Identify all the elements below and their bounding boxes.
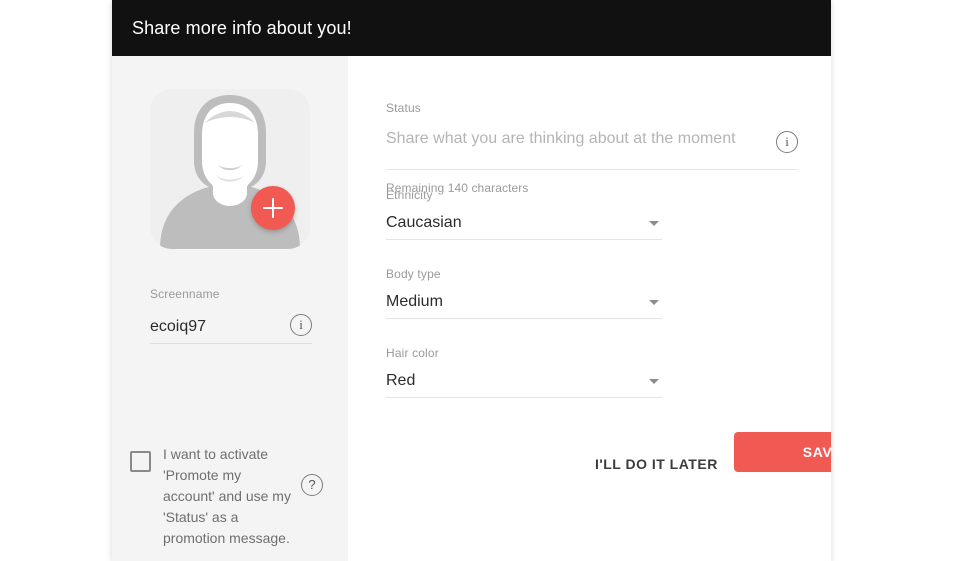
info-icon[interactable]: i (776, 131, 798, 153)
avatar-container (150, 89, 310, 249)
ethnicity-select[interactable]: Caucasian (386, 212, 662, 240)
body-type-field: Body type Medium (386, 266, 662, 319)
promote-checkbox[interactable] (130, 451, 151, 472)
ethnicity-label: Ethnicity (386, 187, 662, 203)
screenname-label: Screenname (150, 286, 312, 302)
promote-label: I want to activate 'Promote my account' … (163, 444, 293, 549)
screenname-field: Screenname ecoiq97 i (150, 286, 312, 344)
status-field: Status Share what you are thinking about… (386, 100, 798, 196)
profile-form: Status Share what you are thinking about… (348, 56, 831, 561)
screenshot-canvas: Share more info about you! (0, 0, 960, 561)
add-photo-button[interactable] (251, 186, 295, 230)
do-it-later-button[interactable]: I'LL DO IT LATER (587, 450, 726, 478)
question-icon[interactable]: ? (301, 474, 323, 496)
ethnicity-value: Caucasian (386, 212, 462, 234)
status-label: Status (386, 100, 798, 116)
form-actions: I'LL DO IT LATER SAVE (348, 432, 831, 488)
ethnicity-field: Ethnicity Caucasian (386, 187, 662, 240)
profile-sidebar: Screenname ecoiq97 i I want to activate … (112, 56, 348, 561)
hair-color-field: Hair color Red (386, 345, 662, 398)
status-input[interactable]: Share what you are thinking about at the… (386, 128, 736, 150)
promote-account-option: I want to activate 'Promote my account' … (130, 444, 346, 549)
screenname-input-row[interactable]: ecoiq97 i (150, 314, 312, 344)
save-button[interactable]: SAVE (734, 432, 831, 472)
status-input-row[interactable]: Share what you are thinking about at the… (386, 126, 798, 170)
hair-color-select[interactable]: Red (386, 370, 662, 398)
hair-color-value: Red (386, 370, 415, 392)
screenname-value[interactable]: ecoiq97 (150, 316, 206, 338)
dialog-title: Share more info about you! (132, 16, 352, 40)
chevron-down-icon[interactable] (649, 221, 659, 226)
body-type-select[interactable]: Medium (386, 291, 662, 319)
dialog-header: Share more info about you! (112, 0, 831, 56)
info-icon[interactable]: i (290, 314, 312, 336)
chevron-down-icon[interactable] (649, 379, 659, 384)
body-type-value: Medium (386, 291, 443, 313)
share-info-dialog: Share more info about you! (112, 0, 831, 561)
body-type-label: Body type (386, 266, 662, 282)
hair-color-label: Hair color (386, 345, 662, 361)
chevron-down-icon[interactable] (649, 300, 659, 305)
